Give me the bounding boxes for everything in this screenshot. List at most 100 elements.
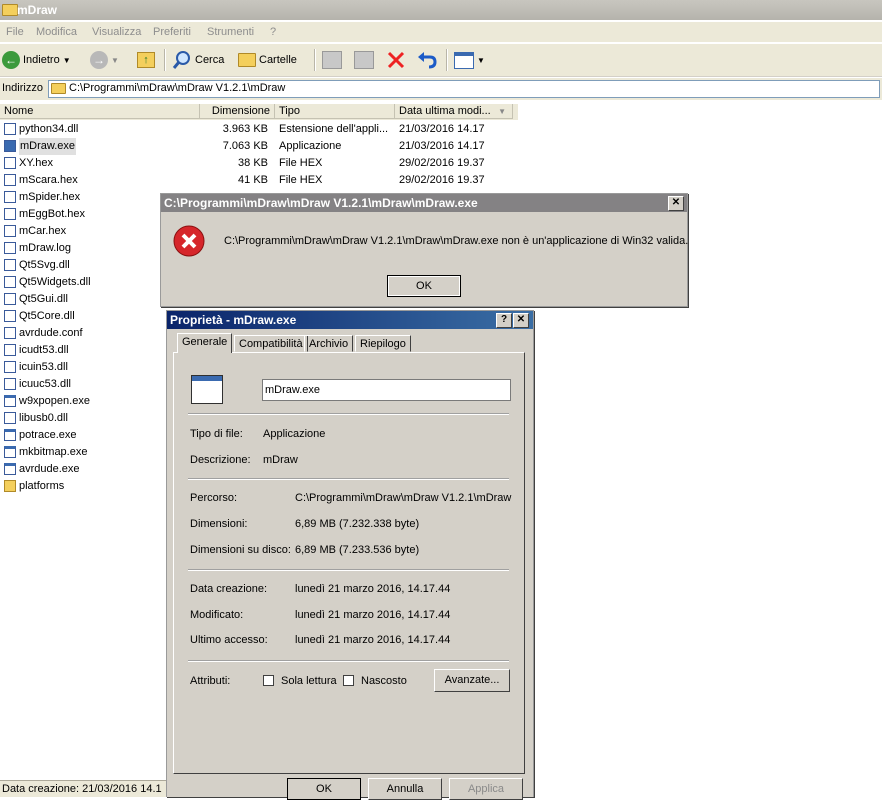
hidden-label[interactable]: Nascosto bbox=[361, 675, 407, 687]
readonly-checkbox[interactable] bbox=[263, 675, 274, 686]
hex-file-icon bbox=[4, 208, 16, 220]
tab-riepilogo[interactable]: Riepilogo bbox=[355, 335, 411, 352]
sort-arrow-icon: ▼ bbox=[498, 107, 506, 116]
file-row[interactable]: w9xpopen.exe bbox=[0, 393, 160, 410]
menu-strumenti[interactable]: Strumenti bbox=[207, 26, 254, 38]
file-name: Qt5Gui.dll bbox=[19, 293, 68, 305]
tab-archivio[interactable]: Archivio bbox=[304, 335, 354, 352]
file-row[interactable]: Qt5Widgets.dll bbox=[0, 274, 160, 291]
column-name[interactable]: Nome bbox=[0, 104, 200, 119]
copy-to-button[interactable] bbox=[354, 50, 374, 70]
file-row[interactable]: potrace.exe bbox=[0, 427, 160, 444]
column-date[interactable]: Data ultima modi... ▼ bbox=[395, 104, 513, 119]
file-row[interactable]: mEggBot.hex bbox=[0, 206, 160, 223]
file-name: Qt5Svg.dll bbox=[19, 259, 70, 271]
delete-button[interactable] bbox=[386, 50, 406, 70]
cancel-button[interactable]: Annulla bbox=[368, 778, 442, 800]
dll-icon bbox=[4, 259, 16, 271]
exe-icon bbox=[4, 463, 16, 475]
column-size[interactable]: Dimensione bbox=[200, 104, 275, 119]
file-row[interactable]: mDraw.log bbox=[0, 240, 160, 257]
readonly-label[interactable]: Sola lettura bbox=[281, 675, 337, 687]
file-date: 21/03/2016 14.17 bbox=[399, 140, 485, 152]
address-bar: Indirizzo C:\Programmi\mDraw\mDraw V1.2.… bbox=[0, 78, 882, 100]
menu-visualizza[interactable]: Visualizza bbox=[92, 26, 141, 38]
exe-icon bbox=[4, 140, 16, 152]
search-button[interactable]: Cerca bbox=[172, 50, 224, 70]
error-ok-button[interactable]: OK bbox=[387, 275, 461, 297]
advanced-button[interactable]: Avanzate... bbox=[434, 669, 510, 692]
copy-to-icon bbox=[354, 51, 374, 69]
file-row[interactable]: mSpider.hex bbox=[0, 189, 160, 206]
file-row[interactable]: Qt5Svg.dll bbox=[0, 257, 160, 274]
file-row[interactable]: libusb0.dll bbox=[0, 410, 160, 427]
dropdown-arrow-icon: ▼ bbox=[111, 55, 119, 65]
help-button[interactable]: ? bbox=[496, 313, 512, 328]
dll-icon bbox=[4, 293, 16, 305]
menu-help[interactable]: ? bbox=[270, 26, 276, 38]
back-button[interactable]: ← Indietro ▼ bbox=[2, 50, 71, 70]
accessed-value: lunedì 21 marzo 2016, 14.17.44 bbox=[295, 634, 451, 646]
dll-icon bbox=[4, 344, 16, 356]
move-to-button[interactable] bbox=[322, 50, 342, 70]
undo-button[interactable] bbox=[416, 50, 438, 70]
tab-generale[interactable]: Generale bbox=[177, 333, 233, 353]
menu-preferiti[interactable]: Preferiti bbox=[153, 26, 191, 38]
disk-size-value: 6,89 MB (7.233.536 byte) bbox=[295, 544, 420, 556]
column-type[interactable]: Tipo bbox=[275, 104, 395, 119]
dropdown-arrow-icon: ▼ bbox=[62, 55, 71, 65]
path-value: C:\Programmi\mDraw\mDraw V1.2.1\mDraw bbox=[295, 492, 512, 504]
toolbar: ← Indietro ▼ → ▼ ↑ Cerca Cartelle ▼ bbox=[0, 44, 882, 77]
file-row[interactable]: Qt5Gui.dll bbox=[0, 291, 160, 308]
description-value: mDraw bbox=[263, 454, 298, 466]
file-row[interactable]: mScara.hex 41 KB File HEX 29/02/2016 19.… bbox=[0, 172, 518, 189]
file-row[interactable]: icudt53.dll bbox=[0, 342, 160, 359]
file-row[interactable]: mCar.hex bbox=[0, 223, 160, 240]
properties-title-bar[interactable]: Proprietà - mDraw.exe ? ✕ bbox=[167, 311, 533, 329]
address-label: Indirizzo bbox=[2, 82, 43, 94]
filename-input[interactable]: mDraw.exe bbox=[262, 379, 511, 401]
close-icon[interactable]: ✕ bbox=[668, 196, 684, 211]
delete-icon bbox=[387, 51, 405, 69]
explorer-title-bar[interactable]: mDraw bbox=[0, 0, 882, 20]
menu-modifica[interactable]: Modifica bbox=[36, 26, 77, 38]
address-input[interactable]: C:\Programmi\mDraw\mDraw V1.2.1\mDraw bbox=[48, 80, 880, 98]
close-icon[interactable]: ✕ bbox=[513, 313, 529, 328]
file-name: mkbitmap.exe bbox=[19, 446, 88, 458]
file-date: 21/03/2016 14.17 bbox=[399, 123, 485, 135]
views-button[interactable]: ▼ bbox=[454, 50, 485, 70]
file-row[interactable]: python34.dll 3.963 KB Estensione dell'ap… bbox=[0, 121, 518, 138]
file-type: File HEX bbox=[279, 174, 323, 186]
file-row[interactable]: Qt5Core.dll bbox=[0, 308, 160, 325]
back-arrow-icon: ← bbox=[2, 51, 20, 69]
modified-value: lunedì 21 marzo 2016, 14.17.44 bbox=[295, 609, 451, 621]
file-row[interactable]: platforms bbox=[0, 478, 160, 495]
forward-button[interactable]: → ▼ bbox=[90, 50, 119, 70]
hidden-checkbox[interactable] bbox=[343, 675, 354, 686]
file-row[interactable]: avrdude.exe bbox=[0, 461, 160, 478]
dll-icon bbox=[4, 361, 16, 373]
file-name: Qt5Core.dll bbox=[19, 310, 75, 322]
file-row[interactable]: mkbitmap.exe bbox=[0, 444, 160, 461]
up-folder-button[interactable]: ↑ bbox=[137, 50, 155, 70]
tab-panel bbox=[173, 352, 525, 774]
file-name: mSpider.hex bbox=[19, 191, 81, 203]
file-name: icudt53.dll bbox=[19, 344, 69, 356]
conf-file-icon bbox=[4, 327, 16, 339]
apply-button[interactable]: Applica bbox=[449, 778, 523, 800]
dll-icon bbox=[4, 276, 16, 288]
file-row[interactable]: mDraw.exe 7.063 KB Applicazione 21/03/20… bbox=[0, 138, 518, 155]
folders-button[interactable]: Cartelle bbox=[238, 50, 297, 70]
error-dialog-title-bar[interactable]: C:\Programmi\mDraw\mDraw V1.2.1\mDraw\mD… bbox=[161, 194, 687, 212]
forward-arrow-icon: → bbox=[90, 51, 108, 69]
file-row[interactable]: avrdude.conf bbox=[0, 325, 160, 342]
folder-icon bbox=[2, 4, 18, 16]
file-row[interactable]: icuuc53.dll bbox=[0, 376, 160, 393]
menu-file[interactable]: File bbox=[6, 26, 24, 38]
file-row[interactable]: icuin53.dll bbox=[0, 359, 160, 376]
app-icon bbox=[191, 375, 223, 404]
tab-compatibilita[interactable]: Compatibilità bbox=[234, 335, 308, 352]
properties-dialog: Proprietà - mDraw.exe ? ✕ Generale Compa… bbox=[166, 310, 534, 800]
ok-button[interactable]: OK bbox=[287, 778, 361, 800]
file-row[interactable]: XY.hex 38 KB File HEX 29/02/2016 19.37 bbox=[0, 155, 518, 172]
